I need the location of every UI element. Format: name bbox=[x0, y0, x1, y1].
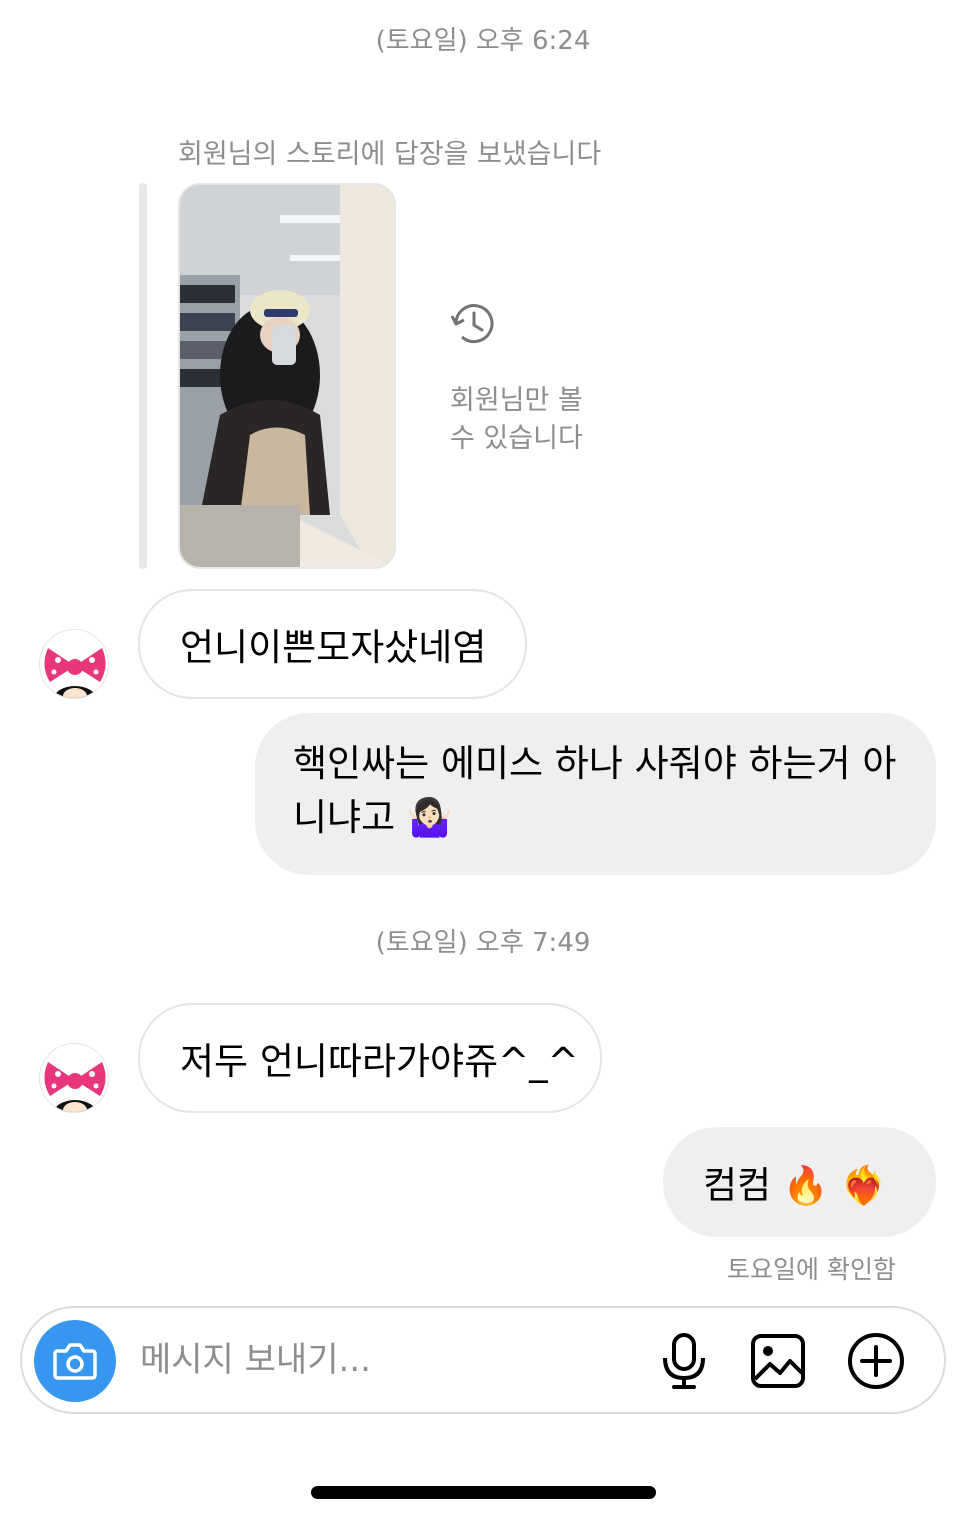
story-thumbnail[interactable] bbox=[178, 183, 396, 569]
avatar[interactable] bbox=[39, 1043, 109, 1113]
more-button[interactable] bbox=[846, 1331, 906, 1391]
camera-icon bbox=[53, 1343, 97, 1380]
microphone-icon bbox=[663, 1333, 705, 1389]
message-text: 언니이쁜모자샀네염 bbox=[180, 626, 487, 669]
message-text: 니냐고 🤷🏻‍♀️ bbox=[293, 796, 453, 839]
camera-button[interactable] bbox=[34, 1320, 116, 1402]
message-composer bbox=[20, 1306, 946, 1414]
message-text: 저두 언니따라가야쥬^_^ bbox=[180, 1040, 579, 1083]
plus-circle-icon bbox=[848, 1333, 904, 1389]
minnie-bow-avatar bbox=[40, 1044, 108, 1112]
message-bubble-incoming[interactable]: 저두 언니따라가야쥬^_^ bbox=[138, 1003, 602, 1113]
avatar[interactable] bbox=[39, 629, 109, 699]
message-text: 컴컴 🔥 ❤️‍🔥 bbox=[703, 1164, 887, 1207]
seen-status: 토요일에 확인함 bbox=[727, 1255, 896, 1284]
timestamp: (토요일) 오후 7:49 bbox=[375, 928, 591, 958]
home-indicator[interactable] bbox=[311, 1486, 656, 1499]
reply-quote-bar bbox=[139, 183, 147, 569]
story-photo-image bbox=[180, 185, 394, 567]
story-reply-note: 회원님의 스토리에 답장을 보냈습니다 bbox=[178, 139, 602, 170]
history-icon bbox=[446, 296, 502, 352]
message-bubble-outgoing[interactable]: 컴컴 🔥 ❤️‍🔥 bbox=[663, 1127, 936, 1237]
story-unavailable-line: 회원님만 볼 bbox=[450, 385, 583, 416]
story-unavailable-text: 회원님만 볼 수 있습니다 bbox=[450, 382, 583, 458]
microphone-button[interactable] bbox=[654, 1331, 714, 1391]
message-bubble-outgoing[interactable]: 핵인싸는 에미스 하나 사줘야 하는거 아 니냐고 🤷🏻‍♀️ bbox=[255, 713, 936, 875]
message-text: 핵인싸는 에미스 하나 사줘야 하는거 아 bbox=[293, 742, 897, 785]
gallery-icon bbox=[751, 1334, 805, 1388]
message-bubble-incoming[interactable]: 언니이쁜모자샀네염 bbox=[138, 589, 527, 699]
gallery-button[interactable] bbox=[748, 1331, 808, 1391]
minnie-bow-avatar bbox=[40, 630, 108, 698]
message-input[interactable] bbox=[140, 1332, 620, 1388]
timestamp: (토요일) 오후 6:24 bbox=[375, 26, 591, 56]
story-unavailable-line: 수 있습니다 bbox=[450, 423, 583, 454]
